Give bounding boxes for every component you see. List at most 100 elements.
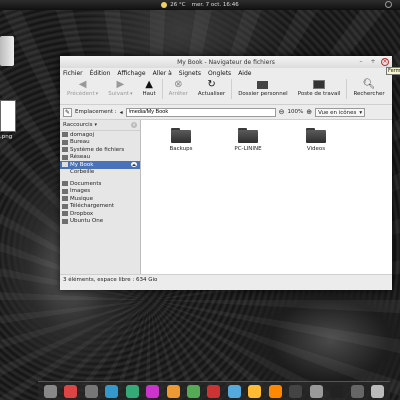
sidebar-item-label: Ubuntu One bbox=[70, 218, 104, 225]
desktop-drive-icon[interactable] bbox=[0, 36, 14, 66]
menu-file[interactable]: Fichier bbox=[63, 70, 83, 77]
screen-icon[interactable] bbox=[350, 384, 364, 398]
file-item-videos[interactable]: Videos bbox=[286, 128, 346, 152]
sidebar-header-label: Raccourcis bbox=[63, 122, 93, 128]
sidebar-item-label: Téléchargement bbox=[70, 203, 115, 210]
maximize-button[interactable]: + bbox=[369, 58, 377, 66]
folder-icon bbox=[62, 188, 68, 194]
file-item-backups[interactable]: Backups bbox=[151, 128, 211, 152]
folder-icon bbox=[62, 203, 68, 209]
photos-icon[interactable] bbox=[166, 384, 180, 398]
sidebar-item-filesystem[interactable]: Système de fichiers bbox=[60, 146, 140, 154]
back-label: Précédent bbox=[67, 91, 95, 97]
stop-label: Arrêter bbox=[168, 91, 188, 97]
power-icon[interactable] bbox=[385, 1, 392, 8]
sidebar-item-label: Système de fichiers bbox=[70, 146, 125, 153]
home-folder-icon bbox=[257, 79, 269, 90]
view-mode-value: Vue en icônes bbox=[318, 109, 357, 116]
close-tooltip: Ferme bbox=[386, 67, 400, 75]
edit-location-icon[interactable]: ✎ bbox=[63, 107, 72, 117]
terminal-icon[interactable] bbox=[330, 384, 344, 398]
music-icon[interactable] bbox=[248, 384, 262, 398]
sidebar-item-desktop[interactable]: Bureau bbox=[60, 139, 140, 147]
computer-button[interactable]: Poste de travail bbox=[293, 79, 346, 97]
toolbar: ◀ Précédent▾ ▶ Suivant▾ ▲ Haut ⊗ Arrêter… bbox=[60, 78, 392, 105]
view-mode-select[interactable]: Vue en icônes ▾ bbox=[315, 107, 366, 117]
toolbar-separator bbox=[161, 79, 163, 99]
sidebar-item-label: domagoj bbox=[70, 131, 94, 138]
search-button[interactable]: 🔍︎ Rechercher bbox=[348, 79, 389, 97]
home-button[interactable]: Dossier personnel bbox=[233, 79, 293, 97]
zoom-out-icon[interactable]: ⊖ bbox=[279, 108, 285, 116]
location-input[interactable] bbox=[125, 107, 276, 117]
dock bbox=[38, 381, 390, 400]
desktop-image-file-icon[interactable] bbox=[0, 100, 16, 132]
trash-icon bbox=[62, 170, 68, 175]
menu-edit[interactable]: Édition bbox=[90, 70, 111, 77]
location-prev-arrow-icon[interactable]: ◂ bbox=[120, 109, 123, 116]
sidebar-item-images[interactable]: Images bbox=[60, 188, 140, 196]
external-drive-icon bbox=[62, 162, 68, 168]
chat-icon[interactable] bbox=[146, 384, 160, 398]
up-button[interactable]: ▲ Haut bbox=[137, 79, 160, 97]
vlc-icon[interactable] bbox=[268, 384, 282, 398]
disk-icon[interactable] bbox=[64, 384, 78, 398]
close-button[interactable]: × bbox=[381, 58, 389, 66]
clock[interactable]: mer. 7 oct. 16:46 bbox=[192, 2, 239, 8]
back-arrow-icon: ◀ bbox=[78, 79, 87, 90]
zoom-in-icon[interactable]: ⊕ bbox=[306, 108, 312, 116]
search-icon: 🔍︎ bbox=[362, 79, 376, 90]
back-button[interactable]: ◀ Précédent▾ bbox=[62, 79, 103, 97]
temperature[interactable]: 26 °C bbox=[170, 2, 185, 8]
file-item-pc-linine[interactable]: PC-LININE bbox=[218, 128, 278, 152]
calendar-icon[interactable] bbox=[207, 384, 221, 398]
forward-button[interactable]: ▶ Suivant▾ bbox=[103, 79, 137, 97]
desktop-icon bbox=[62, 139, 68, 145]
settings-icon[interactable] bbox=[84, 384, 98, 398]
sidebar-item-ubuntu-one[interactable]: Ubuntu One bbox=[60, 218, 140, 226]
film-icon[interactable] bbox=[289, 384, 303, 398]
gear-icon[interactable] bbox=[309, 384, 323, 398]
content-area: Raccourcis ▾ × domagoj Bureau Système de… bbox=[60, 120, 392, 274]
sidebar-item-label: Musique bbox=[70, 195, 93, 202]
sidebar-item-downloads[interactable]: Téléchargement bbox=[60, 203, 140, 211]
close-sidebar-icon[interactable]: × bbox=[131, 122, 137, 128]
menu-bookmarks[interactable]: Signets bbox=[179, 70, 201, 77]
menu-tabs[interactable]: Onglets bbox=[208, 70, 231, 77]
reload-button[interactable]: ↻ Actualiser bbox=[193, 79, 230, 97]
browser-icon[interactable] bbox=[125, 384, 139, 398]
sidebar-item-documents[interactable]: Documents bbox=[60, 180, 140, 188]
sidebar-item-music[interactable]: Musique bbox=[60, 195, 140, 203]
eject-icon[interactable]: ⏏ bbox=[131, 162, 137, 168]
sidebar-item-dropbox[interactable]: Dropbox bbox=[60, 210, 140, 218]
stop-button[interactable]: ⊗ Arrêter bbox=[164, 79, 193, 97]
file-view[interactable]: Backups PC-LININE Videos bbox=[141, 120, 392, 274]
search-label: Rechercher bbox=[353, 91, 385, 97]
weather-icon[interactable] bbox=[161, 2, 168, 8]
minimize-button[interactable]: – bbox=[357, 58, 365, 66]
desktop-file-label: .png bbox=[0, 134, 13, 140]
folder-icon bbox=[238, 128, 258, 143]
computer-label: Poste de travail bbox=[297, 91, 341, 97]
window-titlebar[interactable]: My Book - Navigateur de fichiers – + × bbox=[60, 56, 392, 68]
sidebar-item-network[interactable]: Réseau bbox=[60, 154, 140, 162]
sidebar-item-label: Documents bbox=[70, 180, 102, 187]
network-icon bbox=[62, 154, 68, 160]
finder-icon[interactable] bbox=[43, 384, 57, 398]
sidebar-header[interactable]: Raccourcis ▾ × bbox=[60, 120, 140, 131]
sidebar-item-label: Corbeille bbox=[70, 169, 95, 176]
menu-view[interactable]: Affichage bbox=[117, 70, 145, 77]
sidebar-item-trash[interactable]: Corbeille bbox=[60, 169, 140, 177]
mail-icon[interactable] bbox=[105, 384, 119, 398]
sidebar-item-home[interactable]: domagoj bbox=[60, 131, 140, 139]
chevron-down-icon: ▾ bbox=[359, 109, 363, 116]
sidebar-item-mybook[interactable]: My Book ⏏ bbox=[60, 161, 140, 169]
trash-icon[interactable] bbox=[371, 384, 385, 398]
pidgin-icon[interactable] bbox=[227, 384, 241, 398]
contacts-icon[interactable] bbox=[187, 384, 201, 398]
folder-icon bbox=[306, 128, 326, 143]
menu-help[interactable]: Aide bbox=[238, 70, 251, 77]
file-name: PC-LININE bbox=[234, 146, 262, 152]
file-name: Videos bbox=[306, 146, 326, 152]
menu-go[interactable]: Aller à bbox=[153, 70, 172, 77]
